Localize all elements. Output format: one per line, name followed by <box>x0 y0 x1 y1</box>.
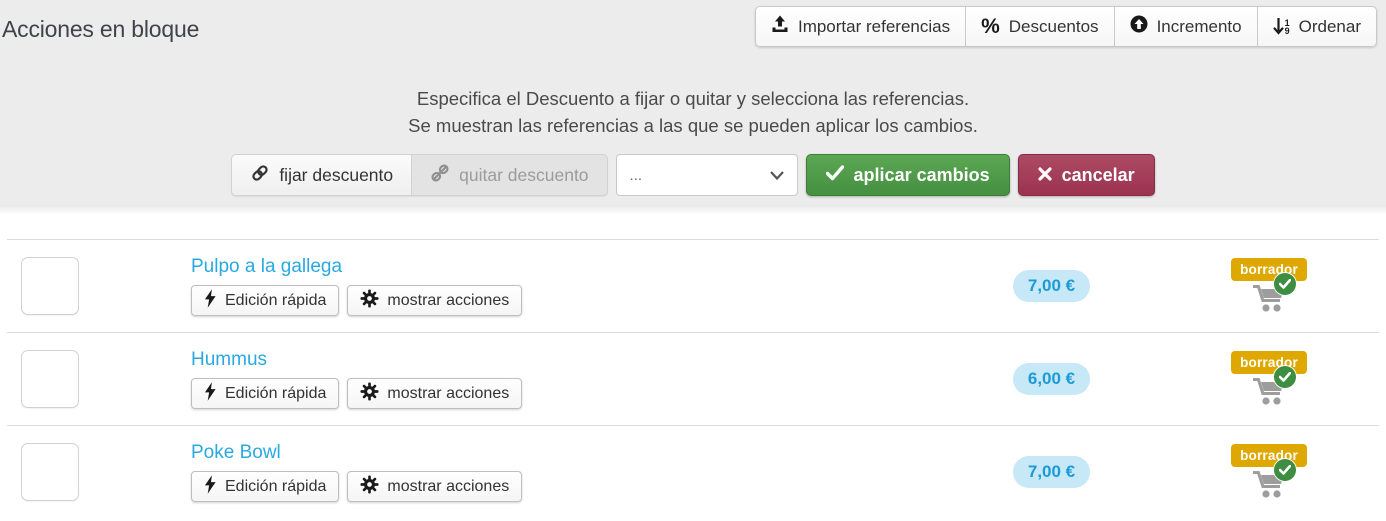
link-icon <box>250 163 270 188</box>
status-badge: borrador <box>1231 443 1307 467</box>
quick-edit-label: Edición rápida <box>225 291 327 309</box>
checkbox-cell <box>7 350 177 408</box>
quick-edit-label: Edición rápida <box>225 384 327 402</box>
table-row: Hummus Edición rápida mostrar acciones 6… <box>7 332 1379 425</box>
status-badge: borrador <box>1231 257 1307 281</box>
status-cell: borrador <box>1159 350 1379 408</box>
discount-select[interactable]: ... <box>615 154 798 196</box>
gear-icon <box>360 288 379 313</box>
toolbar: Importar referencias % Descuentos Increm… <box>754 6 1377 47</box>
status-cell: borrador <box>1159 257 1379 315</box>
lightning-icon <box>204 288 217 313</box>
gear-icon <box>360 381 379 406</box>
cancel-button[interactable]: cancelar <box>1017 154 1155 196</box>
page-title: Acciones en bloque <box>2 16 200 42</box>
check-circle-icon <box>1274 458 1296 481</box>
set-discount-label: fijar descuento <box>279 164 394 185</box>
check-circle-icon <box>1274 365 1296 388</box>
arrow-circle-up-icon <box>1130 15 1148 38</box>
row-checkbox[interactable] <box>21 350 79 408</box>
sort-numeric-icon: 19 <box>1272 18 1290 35</box>
apply-changes-button[interactable]: aplicar cambios <box>805 154 1010 196</box>
product-cell: Poke Bowl Edición rápida mostrar accione… <box>177 442 944 502</box>
remove-discount-label: quitar descuento <box>459 164 589 185</box>
gear-icon <box>360 474 379 499</box>
cancel-label: cancelar <box>1061 164 1135 185</box>
quick-edit-label: Edición rápida <box>225 477 327 495</box>
show-actions-label: mostrar acciones <box>387 291 510 309</box>
price-cell: 7,00 € <box>944 456 1159 488</box>
sort-button[interactable]: 19 Ordenar <box>1257 6 1377 47</box>
row-checkbox[interactable] <box>21 257 79 315</box>
price-cell: 7,00 € <box>944 270 1159 302</box>
check-circle-icon <box>1274 272 1296 295</box>
cart-toggle[interactable] <box>1251 365 1296 408</box>
bulk-action-controls: fijar descuento quitar descuento ... apl… <box>0 154 1386 196</box>
checkbox-cell <box>7 257 177 315</box>
product-cell: Pulpo a la gallega Edición rápida mostra… <box>177 256 944 316</box>
cart-toggle[interactable] <box>1251 458 1296 501</box>
instruction-line-2: Se muestran las referencias a las que se… <box>408 115 978 136</box>
reference-list: Pulpo a la gallega Edición rápida mostra… <box>7 239 1379 518</box>
increment-button[interactable]: Incremento <box>1114 6 1258 47</box>
upload-icon <box>771 15 789 38</box>
show-actions-button[interactable]: mostrar acciones <box>347 471 523 502</box>
panel-bottom-fade <box>0 205 1386 215</box>
unlink-icon <box>430 163 450 188</box>
show-actions-label: mostrar acciones <box>387 384 510 402</box>
product-cell: Hummus Edición rápida mostrar acciones <box>177 349 944 409</box>
increment-label: Incremento <box>1156 16 1242 36</box>
status-badge: borrador <box>1231 350 1307 374</box>
show-actions-label: mostrar acciones <box>387 477 510 495</box>
percent-icon: % <box>981 15 1000 38</box>
cart-icon <box>1251 377 1287 412</box>
status-cell: borrador <box>1159 443 1379 501</box>
discounts-button[interactable]: % Descuentos <box>966 6 1115 47</box>
set-discount-button[interactable]: fijar descuento <box>232 155 413 195</box>
instruction-line-1: Especifica el Descuento a fijar o quitar… <box>416 88 970 109</box>
lightning-icon <box>204 381 217 406</box>
chevron-down-icon <box>769 167 784 184</box>
lightning-icon <box>204 474 217 499</box>
import-references-label: Importar referencias <box>797 16 951 36</box>
checkbox-cell <box>7 443 177 501</box>
row-checkbox[interactable] <box>21 443 79 501</box>
product-name-link[interactable]: Poke Bowl <box>191 442 281 464</box>
cart-icon <box>1251 470 1287 505</box>
product-name-link[interactable]: Hummus <box>191 349 267 371</box>
discounts-label: Descuentos <box>1008 16 1099 36</box>
discount-mode-group: fijar descuento quitar descuento <box>231 154 608 196</box>
bulk-actions-panel: Acciones en bloque Importar referencias … <box>0 0 1386 205</box>
cart-icon <box>1251 284 1287 319</box>
remove-discount-button[interactable]: quitar descuento <box>412 155 606 195</box>
sort-label: Ordenar <box>1298 16 1361 36</box>
quick-edit-button[interactable]: Edición rápida <box>191 471 340 502</box>
import-references-button[interactable]: Importar referencias <box>754 6 967 47</box>
quick-edit-button[interactable]: Edición rápida <box>191 285 340 316</box>
price-badge: 6,00 € <box>1012 363 1091 395</box>
table-row: Pulpo a la gallega Edición rápida mostra… <box>7 239 1379 332</box>
discount-select-value: ... <box>629 166 643 184</box>
price-badge: 7,00 € <box>1012 456 1091 488</box>
check-icon <box>825 164 844 186</box>
close-icon <box>1038 165 1052 186</box>
product-name-link[interactable]: Pulpo a la gallega <box>191 256 342 278</box>
show-actions-button[interactable]: mostrar acciones <box>347 378 523 409</box>
price-badge: 7,00 € <box>1012 270 1091 302</box>
price-cell: 6,00 € <box>944 363 1159 395</box>
apply-changes-label: aplicar cambios <box>853 164 990 185</box>
quick-edit-button[interactable]: Edición rápida <box>191 378 340 409</box>
cart-toggle[interactable] <box>1251 272 1296 315</box>
show-actions-button[interactable]: mostrar acciones <box>347 285 523 316</box>
table-row: Poke Bowl Edición rápida mostrar accione… <box>7 425 1379 518</box>
